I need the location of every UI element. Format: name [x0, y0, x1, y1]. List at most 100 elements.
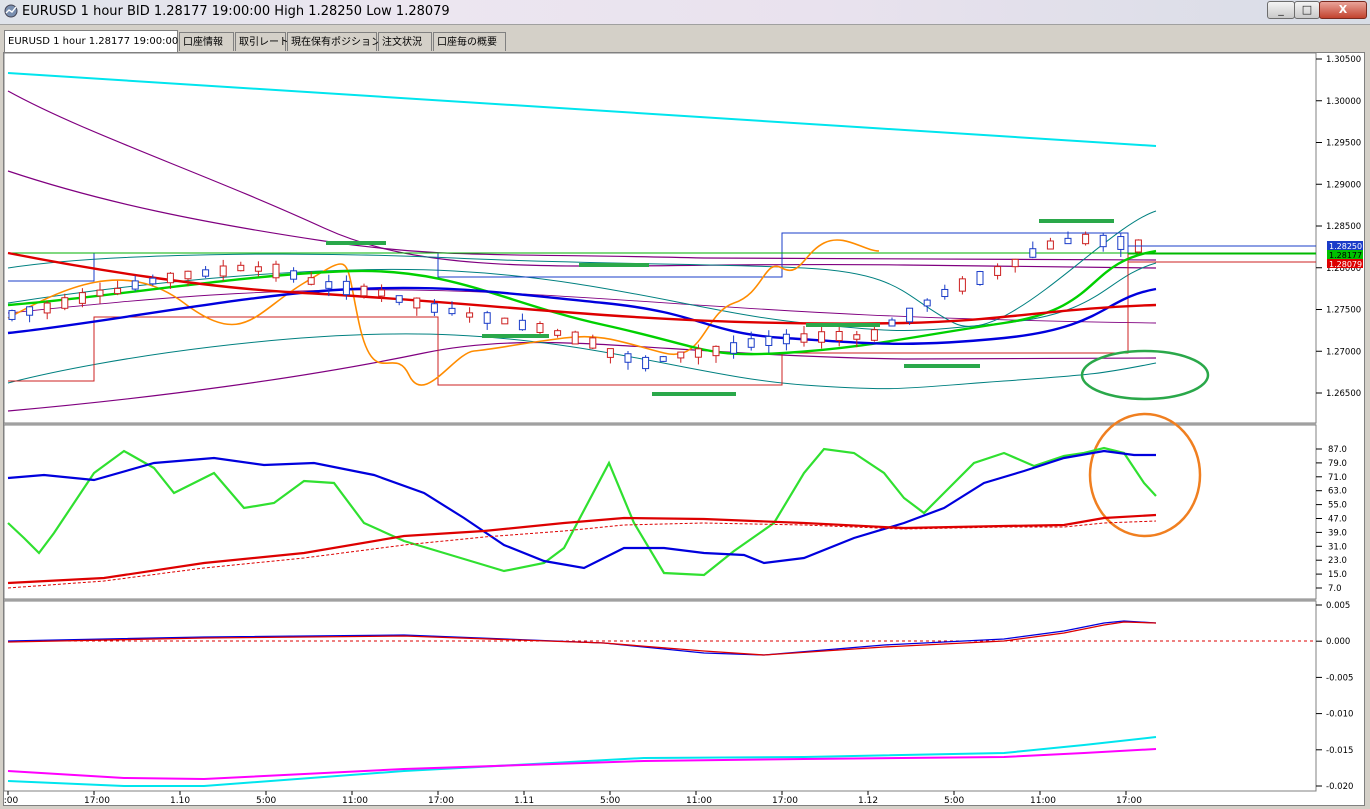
candle-body: [43, 302, 51, 314]
y-tick-label: 47.0: [1328, 515, 1347, 525]
y-tick-label: 1.27000: [1326, 347, 1361, 357]
candle-body: [378, 289, 386, 297]
candle-body: [923, 299, 931, 307]
candle-body: [941, 288, 949, 298]
y-tick-label: 87.0: [1328, 445, 1347, 455]
candle-body: [78, 292, 86, 304]
candle-body: [395, 295, 403, 303]
tab-account-info[interactable]: 口座情報: [179, 32, 234, 51]
tab-trade-rates[interactable]: 取引レート: [235, 32, 289, 51]
candle-body: [976, 271, 984, 285]
y-tick-label: 79.0: [1328, 459, 1347, 469]
candle-body: [149, 277, 157, 285]
candle-body: [518, 319, 526, 331]
y-tick-label: 1.27500: [1326, 306, 1361, 316]
close-button[interactable]: X: [1319, 1, 1367, 19]
window-title: EURUSD 1 hour BID 1.28177 19:00:00 High …: [22, 4, 450, 19]
y-tick-label: 1.28500: [1326, 222, 1361, 232]
x-tick-label: 1.11: [514, 796, 534, 805]
x-tick-label: 11:00: [342, 796, 368, 805]
y-tick-label: 55.0: [1328, 501, 1347, 511]
candle-body: [184, 270, 192, 280]
x-tick-label: 1.12: [858, 796, 878, 805]
tab-open-positions[interactable]: 現在保有ポジション: [287, 32, 381, 51]
candle-body: [1029, 248, 1037, 258]
chart-area[interactable]: 1.30500 1.30000 1.29500 1.29000 1.28500 1.280…: [3, 52, 1365, 806]
candle-body: [589, 337, 597, 349]
candle-body: [712, 345, 720, 357]
candle-body: [360, 285, 368, 297]
title-bar: EURUSD 1 hour BID 1.28177 19:00:00 High …: [0, 0, 1370, 25]
tab-bar: EURUSD 1 hour 1.28177 19:00:00 口座情報 取引レー…: [0, 26, 1370, 52]
x-tick-label: 11:00: [686, 796, 712, 805]
candle-body: [202, 269, 210, 277]
y-tick-label: 15.0: [1328, 570, 1347, 580]
candle-body: [96, 289, 104, 297]
candle-body: [219, 265, 227, 277]
y-tick-label: 1.30000: [1326, 97, 1361, 107]
x-tick-label: 5:00: [256, 796, 276, 805]
candle-body: [466, 312, 474, 318]
app-icon: [4, 4, 18, 18]
candle-body: [448, 307, 456, 315]
candle-body: [765, 336, 773, 346]
chart-canvas[interactable]: 1.30500 1.30000 1.29500 1.29000 1.28500 1.280…: [4, 53, 1364, 805]
current-price-label: 1.28177: [1329, 251, 1362, 260]
y-tick-label: 0.005: [1326, 601, 1350, 611]
y-tick-label: -0.015: [1326, 746, 1353, 756]
candle-body: [571, 331, 579, 345]
x-tick-label: 17:00: [772, 796, 798, 805]
candle-body: [413, 297, 421, 309]
y-tick-label: 1.26500: [1326, 389, 1361, 399]
candle-body: [642, 356, 650, 370]
x-tick-label: 17:00: [1116, 796, 1142, 805]
candle-body: [659, 356, 667, 362]
candle-body: [1099, 234, 1107, 248]
candle-body: [888, 319, 896, 327]
high-price-label: 1.28250: [1329, 242, 1362, 251]
x-tick-label: 5:00: [944, 796, 964, 805]
candle-body: [694, 348, 702, 358]
oscillator-y-axis: 87.0 79.0 71.0 63.0 55.0 47.0 39.0 31.0 23.0 15.0…: [1316, 445, 1347, 594]
x-tick-label: 17:00: [428, 796, 454, 805]
candle-body: [8, 310, 16, 320]
tab-chart-eurusd[interactable]: EURUSD 1 hour 1.28177 19:00:00: [4, 30, 178, 52]
x-tick-label: 1:00: [4, 796, 18, 805]
y-tick-label: 7.0: [1328, 584, 1342, 594]
y-tick-label: 1.29500: [1326, 139, 1361, 149]
y-tick-label: -0.020: [1326, 782, 1353, 792]
candle-body: [782, 333, 790, 345]
y-tick-label: 63.0: [1328, 487, 1347, 497]
candle-body: [677, 351, 685, 359]
y-tick-label: 0.000: [1326, 637, 1350, 647]
candle-body: [994, 266, 1002, 276]
y-tick-label: 31.0: [1328, 542, 1347, 552]
minimize-button[interactable]: _: [1267, 1, 1295, 19]
candle-body: [430, 303, 438, 313]
y-tick-label: 71.0: [1328, 473, 1347, 483]
x-tick-label: 5:00: [600, 796, 620, 805]
candle-body: [730, 342, 738, 354]
candle-body: [290, 270, 298, 280]
y-tick-label: 1.30500: [1326, 55, 1361, 65]
candle-body: [26, 306, 34, 316]
x-tick-label: 1.10: [170, 796, 190, 805]
candle-body: [1117, 236, 1125, 250]
candle-body: [114, 287, 122, 295]
candle-body: [272, 263, 280, 279]
candle-body: [166, 272, 174, 284]
maximize-button[interactable]: □: [1294, 1, 1320, 19]
tab-order-status[interactable]: 注文状況: [378, 32, 432, 51]
candle-body: [958, 278, 966, 292]
candle-body: [747, 338, 755, 348]
y-tick-label: 39.0: [1328, 528, 1347, 538]
tab-account-summary[interactable]: 口座毎の概要: [433, 32, 506, 51]
y-tick-label: 23.0: [1328, 556, 1347, 566]
y-tick-label: -0.010: [1326, 710, 1353, 720]
macd-panel: [4, 600, 1317, 792]
x-tick-label: 17:00: [84, 796, 110, 805]
candle-body: [325, 281, 333, 289]
candle-body: [818, 331, 826, 343]
price-y-axis: 1.30500 1.30000 1.29500 1.29000 1.28500 1.280…: [1316, 55, 1361, 399]
time-x-axis: 1:00 17:00 1.10 5:00 11:00 17:00 1.11 5:00 11:00…: [4, 791, 1142, 805]
